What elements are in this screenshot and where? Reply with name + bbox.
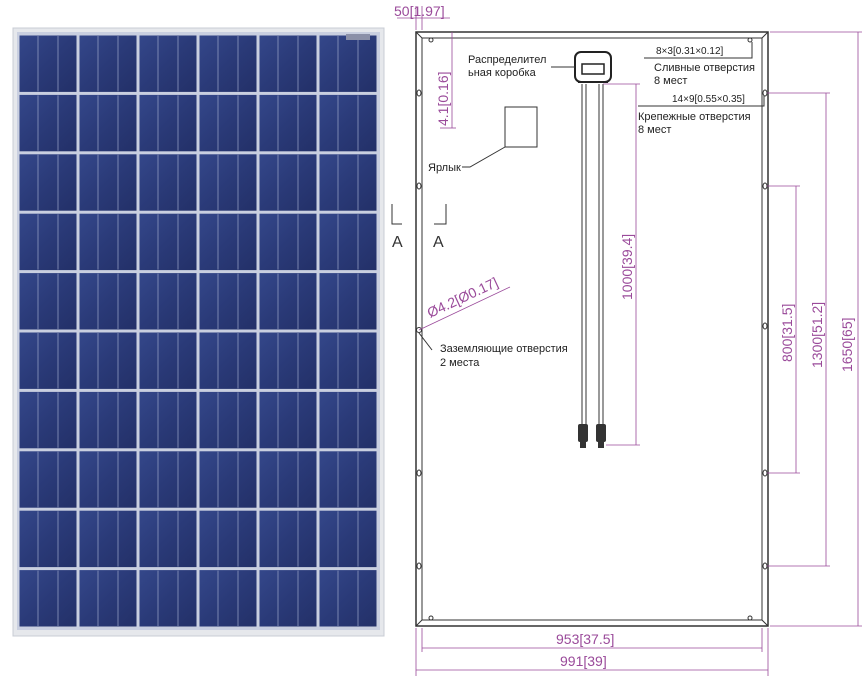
cable-connectors bbox=[578, 424, 606, 448]
dim-cable-length: 1000[39.4] bbox=[619, 234, 635, 300]
section-label-left: A bbox=[392, 234, 403, 251]
label-tag-text: Ярлык bbox=[428, 162, 461, 174]
label-leader bbox=[462, 146, 506, 168]
ground-label-text: Заземляющие отверстия bbox=[440, 343, 568, 355]
dim-edge-offset: 4.1[0.16] bbox=[435, 72, 451, 127]
mount-size-text: 14×9[0.55×0.35] bbox=[672, 94, 745, 105]
dim-height-total: 1650[65] bbox=[839, 318, 855, 373]
technical-drawing: Ярлык Распределител ьная коробка 8×3[0.3… bbox=[391, 3, 862, 676]
drain-label-text: Сливные отверстия bbox=[654, 62, 755, 74]
drain-count-text: 8 мест bbox=[654, 75, 687, 87]
ground-leader bbox=[418, 332, 433, 351]
label-box bbox=[504, 106, 538, 148]
section-marker-left bbox=[391, 204, 402, 225]
ground-count-text: 2 места bbox=[440, 357, 480, 369]
junction-box bbox=[574, 51, 612, 83]
drain-size-text: 8×3[0.31×0.12] bbox=[656, 46, 724, 57]
dim-inner-width: 953[37.5] bbox=[556, 631, 614, 647]
mount-label-text: Крепежные отверстия bbox=[638, 111, 751, 123]
drain-holes bbox=[428, 37, 753, 621]
dim-frame-width: 50[1.97] bbox=[394, 3, 445, 19]
dim-mount-1300: 1300[51.2] bbox=[809, 302, 825, 368]
mount-count-text: 8 мест bbox=[638, 124, 671, 136]
dim-total-width: 991[39] bbox=[560, 653, 607, 669]
cables bbox=[581, 84, 604, 426]
section-label-right: A bbox=[433, 234, 444, 251]
junction-label-2: ьная коробка bbox=[468, 67, 537, 79]
dim-mount-800: 800[31.5] bbox=[779, 304, 795, 362]
panel-inner-outline bbox=[421, 37, 763, 621]
junction-label-1: Распределител bbox=[468, 54, 546, 66]
mounting-holes bbox=[416, 89, 768, 570]
section-marker-right bbox=[434, 204, 447, 225]
